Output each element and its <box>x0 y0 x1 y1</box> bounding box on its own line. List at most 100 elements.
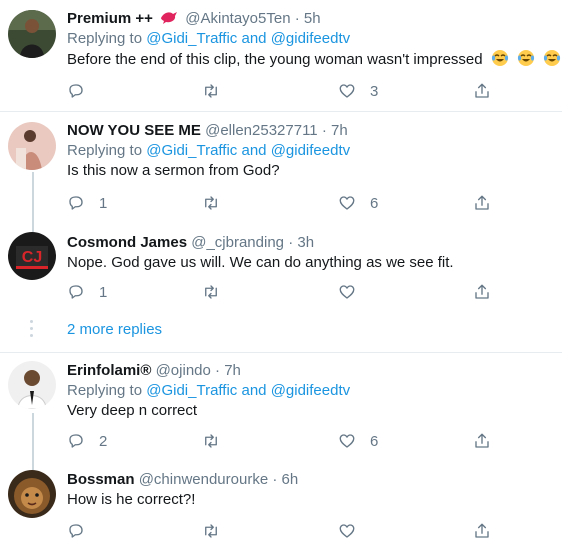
reply-icon <box>69 285 83 299</box>
mention-link[interactable]: @gidifeedtv <box>271 142 350 159</box>
tweet[interactable]: Erinfolami® @ojindo · 7h Replying to @Gi… <box>0 353 562 464</box>
retweet-icon <box>205 196 217 210</box>
display-name[interactable]: Cosmond James <box>67 234 187 251</box>
tweet-text: Before the end of this clip, the young w… <box>67 49 561 70</box>
timestamp[interactable]: 7h <box>224 362 241 379</box>
more-dots-icon <box>30 320 33 341</box>
heart-icon <box>339 434 355 448</box>
mention-link[interactable]: @gidifeedtv <box>271 382 350 399</box>
share-icon <box>475 284 489 299</box>
retweet-button[interactable] <box>202 193 234 213</box>
mention-link[interactable]: @Gidi_Traffic <box>146 30 237 47</box>
reply-icon <box>69 524 83 538</box>
tweet-header: Bossman @chinwendurourke · 6h <box>67 471 299 488</box>
thread-connector <box>32 413 34 464</box>
mention-link[interactable]: @gidifeedtv <box>271 30 350 47</box>
user-handle[interactable]: @_cjbranding <box>191 234 284 251</box>
tweet[interactable]: Bossman @chinwendurourke · 6h How is he … <box>0 464 562 538</box>
svg-text:CJ: CJ <box>22 249 42 266</box>
share-button[interactable] <box>473 282 491 302</box>
heart-icon <box>339 84 355 98</box>
retweet-icon <box>205 524 217 538</box>
thread-connector <box>32 224 34 232</box>
like-button[interactable]: 6 <box>338 431 378 451</box>
tweet-header: NOW YOU SEE ME @ellen25327711 · 7h <box>67 122 348 139</box>
like-button[interactable] <box>338 282 370 302</box>
avatar[interactable] <box>8 10 56 58</box>
retweet-icon <box>205 84 217 98</box>
user-handle[interactable]: @ellen25327711 <box>205 122 318 139</box>
retweet-button[interactable] <box>202 81 234 101</box>
reply-count: 2 <box>99 432 108 450</box>
heart-icon <box>339 285 355 299</box>
share-button[interactable] <box>473 81 491 101</box>
replying-to: Replying to @Gidi_Traffic and @gidifeedt… <box>67 382 351 399</box>
reply-button[interactable] <box>67 521 99 541</box>
tweet-actions: 3 <box>67 81 497 101</box>
reply-button[interactable]: 1 <box>67 282 107 302</box>
tears-of-joy-emoji <box>491 50 508 66</box>
like-button[interactable] <box>338 521 370 541</box>
avatar[interactable] <box>8 470 56 518</box>
retweet-icon <box>205 285 217 299</box>
tweet[interactable]: Premium ++ @Akintayo5Ten · 5h Replying t… <box>0 0 562 112</box>
name-suffix: ++ <box>135 10 153 27</box>
tweet-actions: 2 6 <box>67 431 497 451</box>
reply-button[interactable]: 1 <box>67 193 107 213</box>
user-handle[interactable]: @Akintayo5Ten <box>185 10 290 27</box>
like-button[interactable]: 6 <box>338 193 378 213</box>
like-button[interactable]: 3 <box>338 81 378 101</box>
tweet-text: Very deep n correct <box>67 402 198 419</box>
mention-link[interactable]: @Gidi_Traffic <box>146 382 237 399</box>
timestamp[interactable]: 5h <box>304 10 321 27</box>
share-button[interactable] <box>473 521 491 541</box>
timestamp[interactable]: 6h <box>282 471 299 488</box>
display-name[interactable]: Premium <box>67 10 131 27</box>
timestamp[interactable]: 7h <box>331 122 348 139</box>
reply-count: 1 <box>99 283 108 301</box>
show-more-replies[interactable]: 2 more replies <box>0 308 562 353</box>
retweet-icon <box>205 434 217 448</box>
mention-link[interactable]: @Gidi_Traffic <box>146 142 237 159</box>
retweet-button[interactable] <box>202 521 234 541</box>
display-name[interactable]: Erinfolami® <box>67 362 151 379</box>
tweet-text: How is he correct?! <box>67 491 196 508</box>
reply-count: 1 <box>99 194 108 212</box>
heart-icon <box>339 196 355 210</box>
like-count: 3 <box>370 82 379 100</box>
share-button[interactable] <box>473 193 491 213</box>
display-name[interactable]: NOW YOU SEE ME <box>67 122 201 139</box>
avatar[interactable] <box>8 361 56 409</box>
user-handle[interactable]: @chinwendurourke <box>139 471 268 488</box>
tears-of-joy-emoji <box>517 50 535 66</box>
reply-button[interactable]: 2 <box>67 431 107 451</box>
more-replies-link[interactable]: 2 more replies <box>67 320 162 340</box>
share-button[interactable] <box>473 431 491 451</box>
avatar[interactable]: CJ <box>8 232 56 280</box>
thread-connector <box>32 172 34 224</box>
user-handle[interactable]: @ojindo <box>156 362 211 379</box>
tweet-actions: 1 6 <box>67 193 497 213</box>
like-count: 6 <box>370 432 379 450</box>
avatar[interactable] <box>8 122 56 170</box>
share-icon <box>475 523 489 538</box>
tweet[interactable]: NOW YOU SEE ME @ellen25327711 · 7h Reply… <box>0 112 562 224</box>
tweet-actions <box>67 521 497 541</box>
tweet-text: Nope. God gave us will. We can do anythi… <box>67 254 454 271</box>
retweet-button[interactable] <box>202 431 234 451</box>
tweet-actions: 1 <box>67 282 497 302</box>
timestamp[interactable]: 3h <box>297 234 314 251</box>
retweet-button[interactable] <box>202 282 234 302</box>
tweet-header: Cosmond James @_cjbranding · 3h <box>67 234 315 251</box>
tweet-header: Premium ++ @Akintayo5Ten · 5h <box>67 10 321 27</box>
reply-icon <box>69 196 83 210</box>
replying-to: Replying to @Gidi_Traffic and @gidifeedt… <box>67 142 351 159</box>
reply-button[interactable] <box>67 81 99 101</box>
reply-icon <box>69 84 83 98</box>
tweet[interactable]: CJ Cosmond James @_cjbranding · 3h Nope.… <box>0 224 562 308</box>
display-name[interactable]: Bossman <box>67 471 135 488</box>
tears-of-joy-emoji <box>544 50 561 66</box>
heart-icon <box>339 524 355 538</box>
share-icon <box>475 433 489 448</box>
reply-icon <box>69 434 83 448</box>
